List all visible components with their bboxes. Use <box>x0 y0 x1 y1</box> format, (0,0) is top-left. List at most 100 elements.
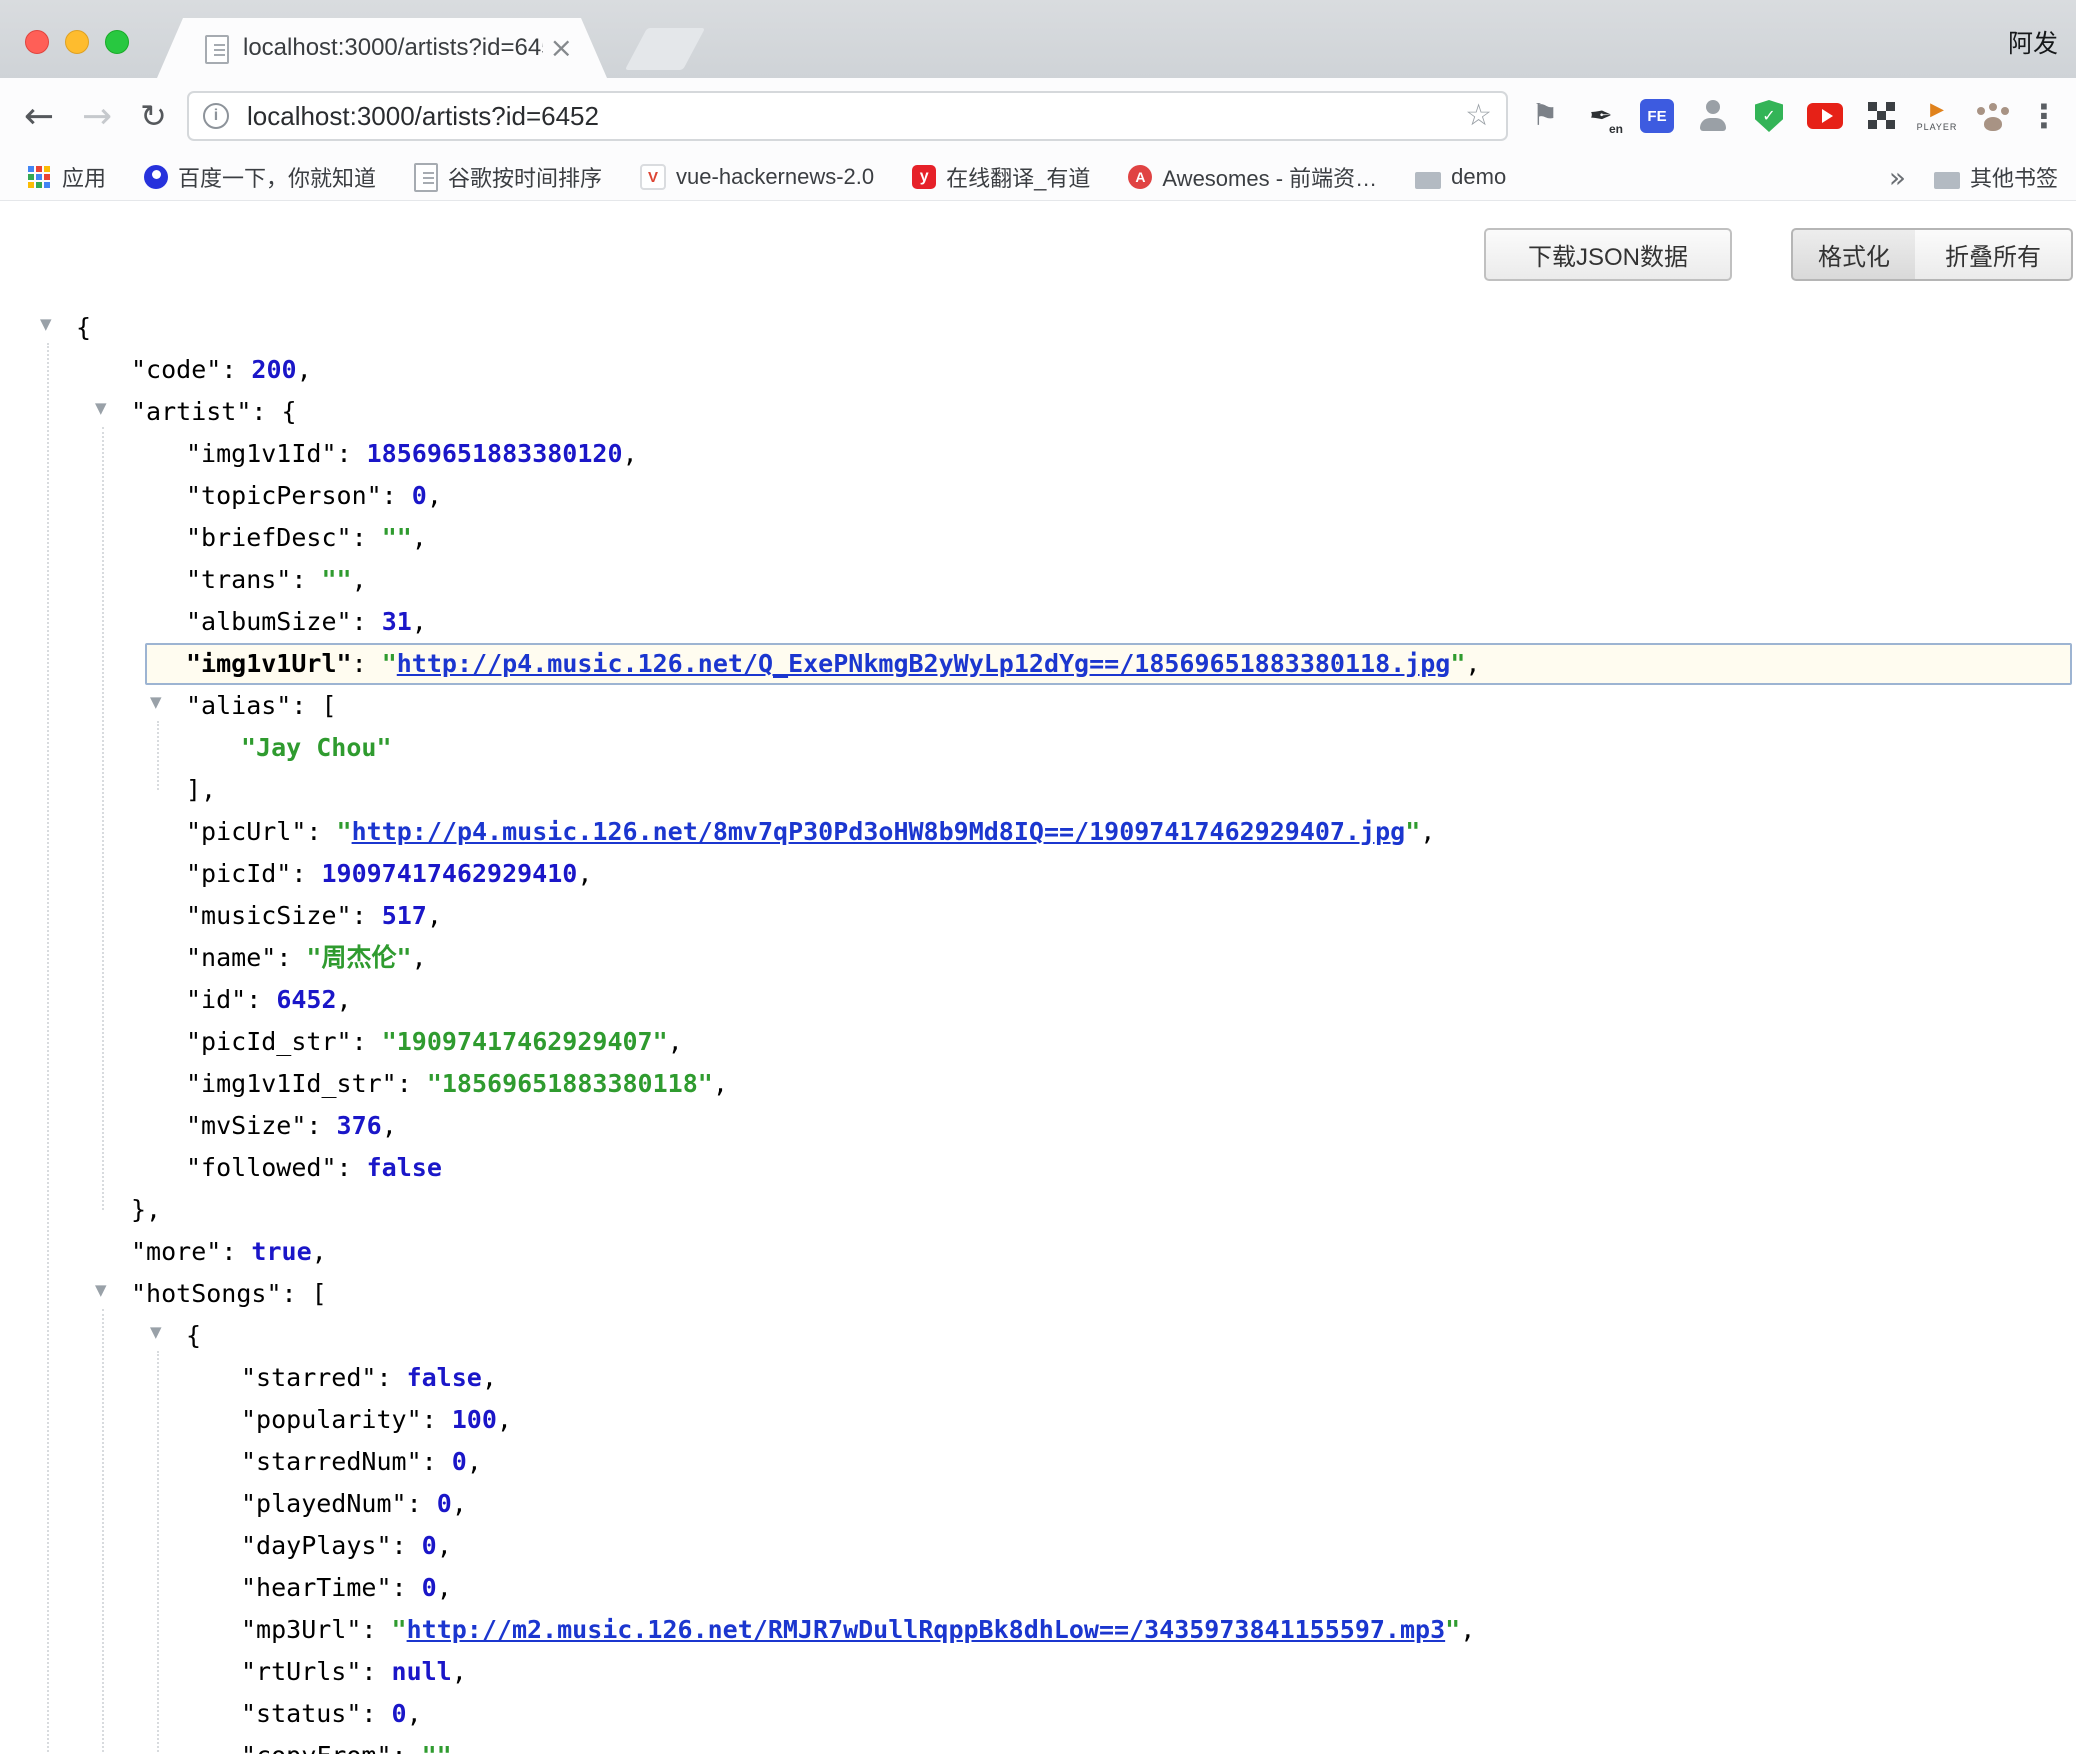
indent-guide <box>157 1351 159 1754</box>
collapse-toggle-icon[interactable]: ▼ <box>150 1325 162 1340</box>
json-punct: : <box>337 439 367 468</box>
json-punct: , <box>1460 1615 1475 1644</box>
browser-menu-button[interactable]: ⋮ <box>2028 78 2060 154</box>
json-key: "trans" <box>186 565 291 594</box>
json-boolean: true <box>251 1237 311 1266</box>
json-punct: [ <box>321 691 336 720</box>
json-line: "alias": [ <box>0 685 2076 727</box>
other-bookmarks-button[interactable]: 其他书签 <box>1934 161 2058 193</box>
profile-name[interactable]: 阿发 <box>2008 24 2058 60</box>
back-button[interactable]: ← <box>24 78 54 154</box>
json-key: "copyFrom" <box>241 1741 392 1754</box>
bookmark-item-awesomes[interactable]: AAwesomes - 前端资… <box>1128 161 1377 193</box>
json-link[interactable]: http://p4.music.126.net/8mv7qP30Pd3oHW8b… <box>352 817 1406 846</box>
json-link[interactable]: http://p4.music.126.net/Q_ExePNkmgB2yWyL… <box>397 649 1451 678</box>
address-bar[interactable]: i localhost:3000/artists?id=6452 ☆ <box>187 91 1508 141</box>
json-line: "popularity": 100, <box>0 1399 2076 1441</box>
json-punct: : <box>352 523 382 552</box>
format-button[interactable]: 格式化 <box>1791 228 1917 281</box>
folder-icon <box>1415 172 1441 189</box>
json-key: "artist" <box>131 397 251 426</box>
extension-icon-youdao[interactable]: ✒en <box>1582 92 1620 140</box>
json-key: "popularity" <box>241 1405 422 1434</box>
json-key: "name" <box>186 943 276 972</box>
json-string: "Jay Chou" <box>241 733 392 762</box>
extension-icon-fe[interactable]: FE <box>1638 92 1676 140</box>
extension-icon-youtube[interactable] <box>1806 92 1844 140</box>
json-number: 0 <box>422 1573 437 1602</box>
json-punct: : <box>392 1573 422 1602</box>
bookmark-star-icon[interactable]: ☆ <box>1465 93 1492 139</box>
reload-button[interactable]: ↻ <box>140 78 167 154</box>
collapse-toggle-icon[interactable]: ▼ <box>95 1283 107 1298</box>
json-line: "more": true, <box>0 1231 2076 1273</box>
json-key: "musicSize" <box>186 901 352 930</box>
extension-icons: ⚑ ✒en FE ✓ ▶PLAYER <box>1526 78 2012 154</box>
bookmark-label: Awesomes - 前端资… <box>1162 161 1377 193</box>
json-string: " <box>1405 817 1420 846</box>
bookmark-label: 谷歌按时间排序 <box>448 161 602 193</box>
bookmark-label: 应用 <box>62 161 106 193</box>
download-json-button[interactable]: 下载JSON数据 <box>1484 228 1732 281</box>
json-key: "albumSize" <box>186 607 352 636</box>
zoom-window-button[interactable] <box>105 30 129 54</box>
json-punct: , <box>427 901 442 930</box>
url-text[interactable]: localhost:3000/artists?id=6452 <box>247 93 599 139</box>
json-number: 100 <box>452 1405 497 1434</box>
extension-icon-qr[interactable] <box>1862 92 1900 140</box>
json-punct: : <box>407 1489 437 1518</box>
json-key: "mp3Url" <box>241 1615 361 1644</box>
extension-icon-player[interactable]: ▶PLAYER <box>1918 92 1956 140</box>
extension-icon-flag[interactable]: ⚑ <box>1526 92 1564 140</box>
json-line: "picUrl": "http://p4.music.126.net/8mv7q… <box>0 811 2076 853</box>
json-number: 376 <box>337 1111 382 1140</box>
json-link[interactable]: http://m2.music.126.net/RMJR7wDullRqppBk… <box>407 1615 1446 1644</box>
json-line: "img1v1Url": "http://p4.music.126.net/Q_… <box>145 643 2072 685</box>
bookmark-label: 在线翻译_有道 <box>946 161 1090 193</box>
json-punct: : <box>382 481 412 510</box>
bookmarks-overflow-icon[interactable]: » <box>1889 161 1906 194</box>
json-punct: , <box>312 1237 327 1266</box>
extension-icon-paw[interactable] <box>1974 92 2012 140</box>
json-key: "hearTime" <box>241 1573 392 1602</box>
json-string: "18569651883380118" <box>427 1069 713 1098</box>
collapse-toggle-icon[interactable]: ▼ <box>95 401 107 416</box>
json-punct: , <box>577 859 592 888</box>
collapse-toggle-icon[interactable]: ▼ <box>150 695 162 710</box>
collapse-all-button[interactable]: 折叠所有 <box>1915 228 2073 281</box>
page-info-icon[interactable]: i <box>203 103 229 129</box>
bookmark-item-youdao-translate[interactable]: y在线翻译_有道 <box>912 161 1090 193</box>
tab-close-icon[interactable]: × <box>550 18 573 78</box>
bookmark-item-vue-hackernews[interactable]: Vvue-hackernews-2.0 <box>640 164 874 190</box>
bookmark-item-apps[interactable]: 应用 <box>26 161 106 193</box>
json-tree: {▼"code": 200,"artist": {▼"img1v1Id": 18… <box>0 307 2076 1754</box>
json-punct: }, <box>131 1195 161 1224</box>
forward-button[interactable]: → <box>82 78 112 154</box>
vue-icon: V <box>640 164 666 190</box>
close-window-button[interactable] <box>25 30 49 54</box>
json-string: "" <box>321 565 351 594</box>
json-punct: : <box>246 985 276 1014</box>
json-key: "starredNum" <box>241 1447 422 1476</box>
new-tab-button[interactable] <box>625 28 705 70</box>
minimize-window-button[interactable] <box>65 30 89 54</box>
json-line: "mp3Url": "http://m2.music.126.net/RMJR7… <box>0 1609 2076 1651</box>
extension-icon-shield[interactable]: ✓ <box>1750 92 1788 140</box>
json-line: "hearTime": 0, <box>0 1567 2076 1609</box>
json-punct: , <box>1420 817 1435 846</box>
json-number: 0 <box>437 1489 452 1518</box>
json-punct: , <box>623 439 638 468</box>
browser-tab[interactable]: localhost:3000/artists?id=645 × <box>157 18 607 78</box>
bookmark-item-demo[interactable]: demo <box>1415 164 1506 190</box>
json-punct: : <box>291 565 321 594</box>
json-punct: , <box>412 607 427 636</box>
extension-icon-person[interactable] <box>1694 92 1732 140</box>
json-line: "mvSize": 376, <box>0 1105 2076 1147</box>
bookmark-item-baidu[interactable]: 百度一下，你就知道 <box>144 161 376 193</box>
bookmark-item-google-sort[interactable]: 谷歌按时间排序 <box>414 161 602 193</box>
indent-guide <box>157 721 159 790</box>
flag-glyph: ⚑ <box>1532 101 1559 131</box>
collapse-toggle-icon[interactable]: ▼ <box>40 317 52 332</box>
bookmark-label: vue-hackernews-2.0 <box>676 164 874 190</box>
json-punct: : <box>392 1741 422 1754</box>
